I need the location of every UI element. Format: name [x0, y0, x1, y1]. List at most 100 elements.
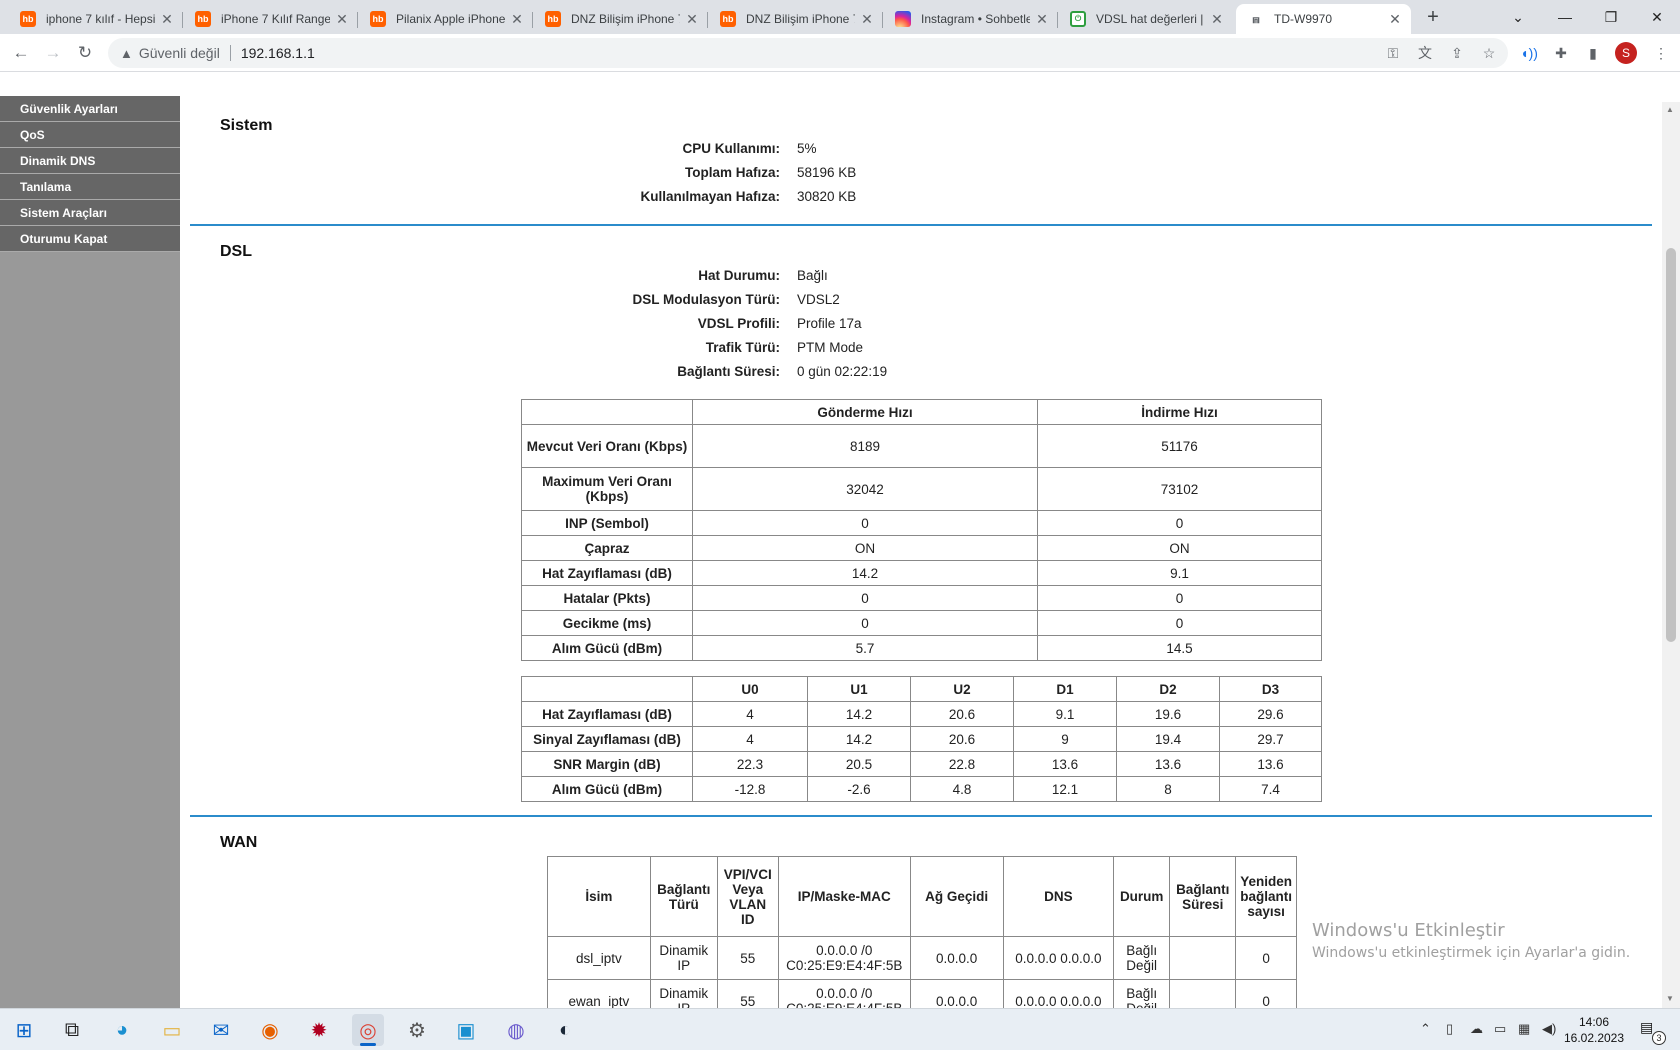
info-label: VDSL Profili:	[697, 316, 780, 331]
sidebar-item-dinamik-dns[interactable]: Dinamik DNS	[0, 148, 180, 174]
table-cell: 14.2	[807, 701, 911, 727]
edge-icon[interactable]: ◕	[106, 1014, 138, 1046]
sidebar-item-sistem-araclari[interactable]: Sistem Araçları	[0, 200, 180, 226]
url-text[interactable]: 192.168.1.1	[241, 45, 315, 61]
table-cell: 22.8	[910, 751, 1014, 777]
info-row: Trafik Türü: PTM Mode	[300, 340, 1200, 364]
side-panel-icon[interactable]: ▮	[1582, 42, 1604, 64]
battery-icon[interactable]: ▯	[1446, 1021, 1453, 1037]
translate-icon[interactable]: 文	[1414, 42, 1436, 64]
sidebar-item-qos[interactable]: QoS	[0, 122, 180, 148]
chrome-icon[interactable]: ◎	[352, 1014, 384, 1046]
file-explorer-icon[interactable]: ▭	[156, 1014, 188, 1046]
info-value: Profile 17a	[797, 316, 862, 331]
info-row: Hat Durumu: Bağlı	[300, 268, 1200, 292]
info-row: DSL Modulasyon Türü: VDSL2	[300, 292, 1200, 316]
new-tab-button[interactable]: +	[1410, 0, 1456, 34]
control-panel-icon[interactable]: ▣	[450, 1014, 482, 1046]
share-icon[interactable]: ⇪	[1446, 42, 1468, 64]
sidebar-item-guvenlik[interactable]: Güvenlik Ayarları	[0, 96, 180, 122]
steam-icon[interactable]: ◐	[549, 1014, 581, 1046]
power-icon: ⏻	[1070, 11, 1086, 27]
profile-avatar[interactable]: S	[1615, 42, 1637, 64]
task-view-icon[interactable]: ⧉	[56, 1014, 88, 1046]
tab-search-icon[interactable]: ⌄	[1495, 0, 1541, 34]
restore-icon[interactable]: ❐	[1588, 0, 1634, 34]
page-scrollbar[interactable]: ▲ ▼	[1662, 102, 1680, 1008]
app-icon[interactable]: ✹	[303, 1014, 335, 1046]
tab-3[interactable]: hb Pilanix Apple iPhone ✕	[358, 4, 533, 34]
warning-icon[interactable]: ▲	[120, 46, 133, 61]
scrollbar-thumb[interactable]	[1666, 248, 1676, 642]
firefox-icon[interactable]: ◉	[254, 1014, 286, 1046]
back-icon[interactable]: ←	[8, 40, 34, 66]
mail-icon[interactable]: ✉	[205, 1014, 237, 1046]
table-cell	[1169, 979, 1237, 1008]
tab-title: iPhone 7 Kılıf Range	[221, 12, 330, 26]
cloud-icon[interactable]: ☁	[1470, 1021, 1483, 1037]
table-cell: 4.8	[910, 776, 1014, 802]
system-clock[interactable]: 14:06 16.02.2023	[1560, 1014, 1628, 1046]
key-icon[interactable]: ⚿	[1382, 42, 1404, 64]
tab-2[interactable]: hb iPhone 7 Kılıf Range ✕	[183, 4, 358, 34]
scroll-up-icon[interactable]: ▲	[1666, 105, 1674, 114]
table-header: D3	[1219, 676, 1322, 702]
close-icon[interactable]: ✕	[159, 11, 175, 28]
start-icon[interactable]: ⊞	[8, 1014, 40, 1046]
menu-icon[interactable]: ⋮	[1650, 42, 1672, 64]
close-icon[interactable]: ✕	[1209, 11, 1225, 28]
section-title-wan: WAN	[220, 834, 258, 851]
divider	[229, 45, 231, 61]
table-cell: 22.3	[692, 751, 808, 777]
table-cell: 13.6	[1116, 751, 1220, 777]
close-icon[interactable]: ✕	[859, 11, 875, 28]
table-header: Yeniden bağlantı sayısı	[1235, 856, 1297, 937]
close-icon[interactable]: ✕	[509, 11, 525, 28]
tab-strip: hb iphone 7 kılıf - Hepsi ✕ hb iPhone 7 …	[0, 0, 1680, 34]
monitor-icon[interactable]: ▦	[1518, 1021, 1530, 1037]
table-cell	[1169, 936, 1237, 980]
tab-8-active[interactable]: ⩎ TD-W9970 ✕	[1236, 4, 1411, 34]
tab-5[interactable]: hb DNZ Bilişim iPhone 7 ✕	[708, 4, 883, 34]
table-row: Çapraz ON ON	[521, 535, 1322, 561]
tab-1[interactable]: hb iphone 7 kılıf - Hepsi ✕	[8, 4, 183, 34]
table-row: Hat Zayıflaması (dB) 4 14.2 20.6 9.1 19.…	[521, 701, 1322, 727]
sidebar-item-oturumu-kapat[interactable]: Oturumu Kapat	[0, 226, 180, 252]
close-icon[interactable]: ✕	[684, 11, 700, 28]
tab-title: DNZ Bilişim iPhone 7	[746, 12, 855, 26]
table-cell: -2.6	[807, 776, 911, 802]
discord-icon[interactable]: ◍	[500, 1014, 532, 1046]
table-cell: 0	[1235, 979, 1297, 1008]
table-header: U1	[807, 676, 911, 702]
close-icon[interactable]: ✕	[334, 11, 350, 28]
chevron-up-icon[interactable]: ⌃	[1420, 1021, 1431, 1037]
table-cell: 9.1	[1013, 701, 1117, 727]
page-viewport: Güvenlik Ayarları QoS Dinamik DNS Tanıla…	[0, 72, 1662, 1008]
tab-6[interactable]: Instagram • Sohbetle ✕	[883, 4, 1058, 34]
table-cell: 0.0.0.0	[909, 979, 1004, 1008]
scroll-down-icon[interactable]: ▼	[1666, 994, 1674, 1003]
display-icon[interactable]: ▭	[1494, 1021, 1506, 1037]
row-label: Hatalar (Pkts)	[521, 585, 693, 611]
tab-4[interactable]: hb DNZ Bilişim iPhone 7 ✕	[533, 4, 708, 34]
info-label: Trafik Türü:	[705, 340, 780, 355]
security-label[interactable]: Güvenli değil	[139, 45, 220, 61]
address-bar[interactable]: ▲ Güvenli değil 192.168.1.1	[108, 38, 1508, 68]
forward-icon[interactable]: →	[40, 40, 66, 66]
tab-7[interactable]: ⏻ VDSL hat değerleri | ✕	[1058, 4, 1233, 34]
table-cell: Dinamik IP	[649, 936, 718, 980]
sidebar-item-tanilama[interactable]: Tanılama	[0, 174, 180, 200]
bookmark-star-icon[interactable]: ☆	[1478, 42, 1500, 64]
table-cell: 51176	[1037, 424, 1322, 468]
reload-icon[interactable]: ↻	[72, 40, 98, 66]
close-icon[interactable]: ✕	[1387, 11, 1403, 28]
media-icon[interactable]: ◖))	[1518, 42, 1540, 64]
settings-gear-icon[interactable]: ⚙	[401, 1014, 433, 1046]
close-icon[interactable]: ✕	[1034, 11, 1050, 28]
table-header: VPI/VCI Veya VLAN ID	[716, 856, 779, 937]
minimize-icon[interactable]: —	[1542, 0, 1588, 34]
extensions-icon[interactable]: ✚	[1550, 42, 1572, 64]
table-header: U2	[910, 676, 1014, 702]
volume-icon[interactable]: ◀)	[1542, 1021, 1556, 1037]
close-window-icon[interactable]: ✕	[1634, 0, 1680, 34]
